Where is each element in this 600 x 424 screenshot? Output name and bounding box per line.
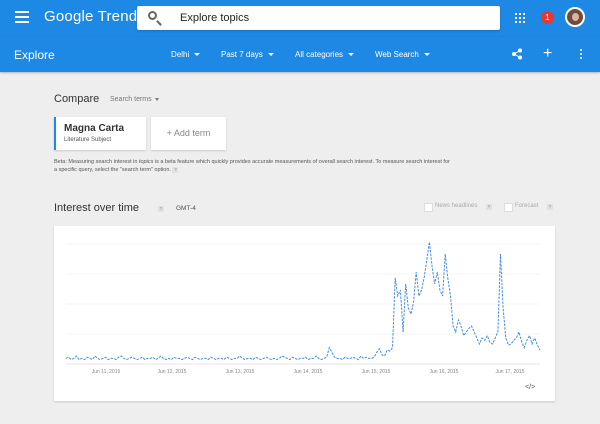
menu-icon[interactable] xyxy=(15,11,29,23)
news-headlines-label: News headlines xyxy=(435,203,478,209)
forecast-label: Forecast xyxy=(515,203,539,209)
embed-icon[interactable]: </> xyxy=(525,384,535,391)
news-headlines-checkbox[interactable] xyxy=(424,203,433,212)
search-icon[interactable] xyxy=(148,11,157,20)
help-icon[interactable]: ? xyxy=(547,204,553,210)
search-terms-label: Search terms xyxy=(110,96,152,103)
avatar[interactable] xyxy=(565,7,585,27)
x-tick-label: Jun 13, 2015 xyxy=(226,369,255,375)
x-tick-label: Jun 16, 2015 xyxy=(430,369,459,375)
beta-note-text: Beta: Measuring search interest in xyxy=(54,159,139,165)
forecast-checkbox[interactable] xyxy=(504,203,513,212)
time-range-dropdown[interactable]: Past 7 days xyxy=(221,50,274,59)
help-icon[interactable]: ? xyxy=(158,206,164,212)
page-title: Explore xyxy=(14,48,55,62)
x-tick-label: Jun 15, 2015 xyxy=(362,369,391,375)
term-type: Literature Subject xyxy=(64,137,112,143)
timezone-label: GMT-4 xyxy=(176,205,196,212)
series-line xyxy=(65,241,541,361)
chevron-down-icon xyxy=(348,53,355,57)
x-tick-label: Jun 11, 2015 xyxy=(92,369,121,375)
chevron-down-icon xyxy=(267,53,274,57)
chevron-down-icon xyxy=(423,53,430,57)
share-icon[interactable] xyxy=(511,48,523,60)
interest-chart: Jun 11, 2015 Jun 12, 2015 Jun 13, 2015 Jun … xyxy=(65,241,541,375)
search-input[interactable] xyxy=(180,9,480,27)
chevron-down-icon xyxy=(154,97,159,101)
chevron-down-icon xyxy=(194,53,201,57)
beta-note-topics: topics xyxy=(139,159,154,165)
brand-logo[interactable]: Google Trends xyxy=(44,8,145,25)
time-range-label: Past 7 days xyxy=(221,50,263,59)
search-type-dropdown[interactable]: Web Search xyxy=(375,50,430,59)
x-tick-label: Jun 17, 2015 xyxy=(496,369,525,375)
interest-over-time-heading: Interest over time xyxy=(54,202,139,214)
help-icon[interactable]: ? xyxy=(486,204,492,210)
x-tick-label: Jun 14, 2015 xyxy=(294,369,323,375)
add-term-button[interactable]: + Add term xyxy=(151,117,226,150)
apps-grid-icon[interactable] xyxy=(515,13,525,23)
category-dropdown[interactable]: All categories xyxy=(295,50,355,59)
location-label: Delhi xyxy=(171,50,190,59)
notification-badge[interactable]: 1 xyxy=(541,11,554,24)
help-icon[interactable]: ? xyxy=(172,167,179,173)
search-type-label: Web Search xyxy=(375,50,419,59)
add-icon[interactable]: + xyxy=(543,46,552,62)
beta-note: Beta: Measuring search interest in topic… xyxy=(54,158,454,174)
category-label: All categories xyxy=(295,50,344,59)
x-tick-label: Jun 12, 2015 xyxy=(158,369,187,375)
term-name: Magna Carta xyxy=(64,123,125,134)
more-vert-icon[interactable] xyxy=(580,49,583,61)
search-terms-dropdown[interactable]: Search terms xyxy=(110,96,159,103)
compare-heading: Compare xyxy=(54,93,100,105)
location-dropdown[interactable]: Delhi xyxy=(171,50,201,59)
